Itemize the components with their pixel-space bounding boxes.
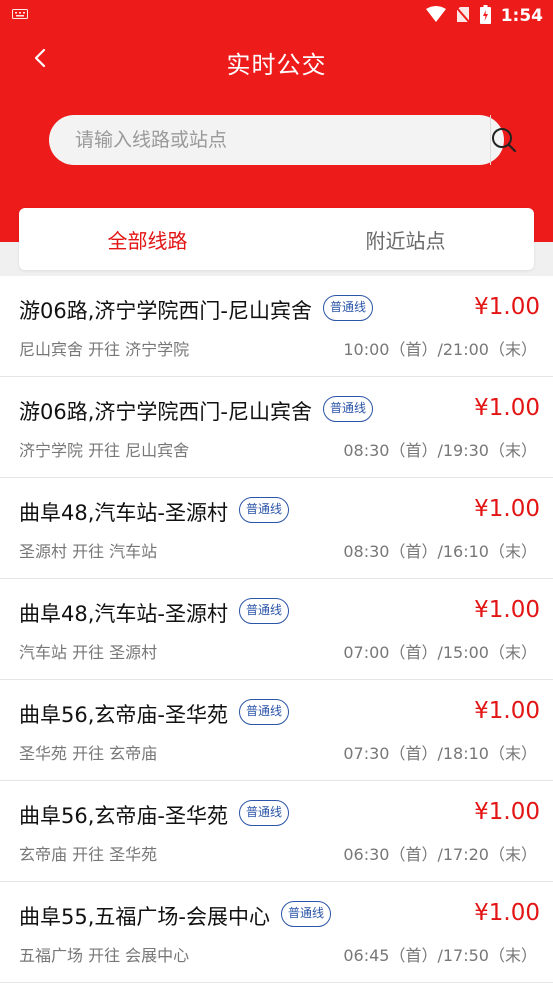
route-name: 曲阜56,玄帝庙-圣华苑 — [19, 804, 228, 828]
route-hours: 07:30（首）/18:10（末） — [343, 744, 537, 763]
route-direction: 玄帝庙 开往 圣华苑 — [19, 845, 158, 864]
route-direction: 汽车站 开往 圣源村 — [19, 643, 158, 662]
route-hours: 06:45（首）/17:50（末） — [343, 946, 537, 965]
tab-bar: 全部线路 附近站点 — [19, 208, 534, 270]
route-name: 游06路,济宁学院西门-尼山宾舍 — [19, 299, 312, 323]
no-sim-icon — [454, 5, 471, 27]
wifi-icon — [425, 6, 446, 26]
route-hours: 10:00（首）/21:00（末） — [343, 340, 537, 359]
route-type-badge: 普通线 — [239, 497, 290, 523]
route-price: ¥1.00 — [474, 799, 540, 825]
route-row[interactable]: 游06路,济宁学院西门-尼山宾舍 普通线 ¥1.00 尼山宾舍 开往 济宁学院 … — [0, 276, 553, 377]
route-hours: 08:30（首）/19:30（末） — [343, 441, 537, 460]
route-row[interactable]: 曲阜55,五福广场-会展中心 普通线 ¥1.00 五福广场 开往 会展中心 06… — [0, 882, 553, 983]
status-time: 1:54 — [500, 6, 543, 26]
nav-bar: 实时公交 — [0, 32, 553, 88]
route-direction: 济宁学院 开往 尼山宾舍 — [19, 441, 190, 460]
route-name: 游06路,济宁学院西门-尼山宾舍 — [19, 400, 312, 424]
route-type-badge: 普通线 — [239, 800, 290, 826]
search-icon — [489, 128, 519, 159]
search-button[interactable] — [489, 125, 521, 157]
route-direction: 圣华苑 开往 玄帝庙 — [19, 744, 158, 763]
route-type-badge: 普通线 — [281, 901, 332, 927]
route-price: ¥1.00 — [474, 395, 540, 421]
tab-nearby-stops[interactable]: 附近站点 — [277, 208, 534, 270]
route-list: 游06路,济宁学院西门-尼山宾舍 普通线 ¥1.00 尼山宾舍 开往 济宁学院 … — [0, 276, 553, 983]
route-direction: 圣源村 开往 汽车站 — [19, 542, 158, 561]
status-bar: 1:54 — [0, 0, 553, 32]
route-hours: 08:30（首）/16:10（末） — [343, 542, 537, 561]
search-input[interactable] — [75, 115, 435, 165]
route-price: ¥1.00 — [474, 294, 540, 320]
tab-all-routes[interactable]: 全部线路 — [19, 208, 276, 270]
route-hours: 07:00（首）/15:00（末） — [343, 643, 537, 662]
route-name: 曲阜48,汽车站-圣源村 — [19, 602, 228, 626]
route-row[interactable]: 曲阜56,玄帝庙-圣华苑 普通线 ¥1.00 圣华苑 开往 玄帝庙 07:30（… — [0, 680, 553, 781]
route-price: ¥1.00 — [474, 597, 540, 623]
route-direction: 尼山宾舍 开往 济宁学院 — [19, 340, 190, 359]
route-price: ¥1.00 — [474, 496, 540, 522]
route-hours: 06:30（首）/17:20（末） — [343, 845, 537, 864]
route-row[interactable]: 曲阜48,汽车站-圣源村 普通线 ¥1.00 圣源村 开往 汽车站 08:30（… — [0, 478, 553, 579]
route-type-badge: 普通线 — [239, 598, 290, 624]
keyboard-icon — [12, 8, 28, 22]
route-name: 曲阜55,五福广场-会展中心 — [19, 905, 270, 929]
route-row[interactable]: 曲阜48,汽车站-圣源村 普通线 ¥1.00 汽车站 开往 圣源村 07:00（… — [0, 579, 553, 680]
route-type-badge: 普通线 — [323, 295, 374, 321]
route-name: 曲阜56,玄帝庙-圣华苑 — [19, 703, 228, 727]
route-type-badge: 普通线 — [239, 699, 290, 725]
route-price: ¥1.00 — [474, 900, 540, 926]
battery-charging-icon — [479, 4, 491, 28]
route-row[interactable]: 游06路,济宁学院西门-尼山宾舍 普通线 ¥1.00 济宁学院 开往 尼山宾舍 … — [0, 377, 553, 478]
page-title: 实时公交 — [226, 51, 327, 79]
route-row[interactable]: 曲阜56,玄帝庙-圣华苑 普通线 ¥1.00 玄帝庙 开往 圣华苑 06:30（… — [0, 781, 553, 882]
route-direction: 五福广场 开往 会展中心 — [19, 946, 190, 965]
search-bar — [49, 115, 517, 165]
route-name: 曲阜48,汽车站-圣源村 — [19, 501, 228, 525]
route-type-badge: 普通线 — [323, 396, 374, 422]
route-price: ¥1.00 — [474, 698, 540, 724]
